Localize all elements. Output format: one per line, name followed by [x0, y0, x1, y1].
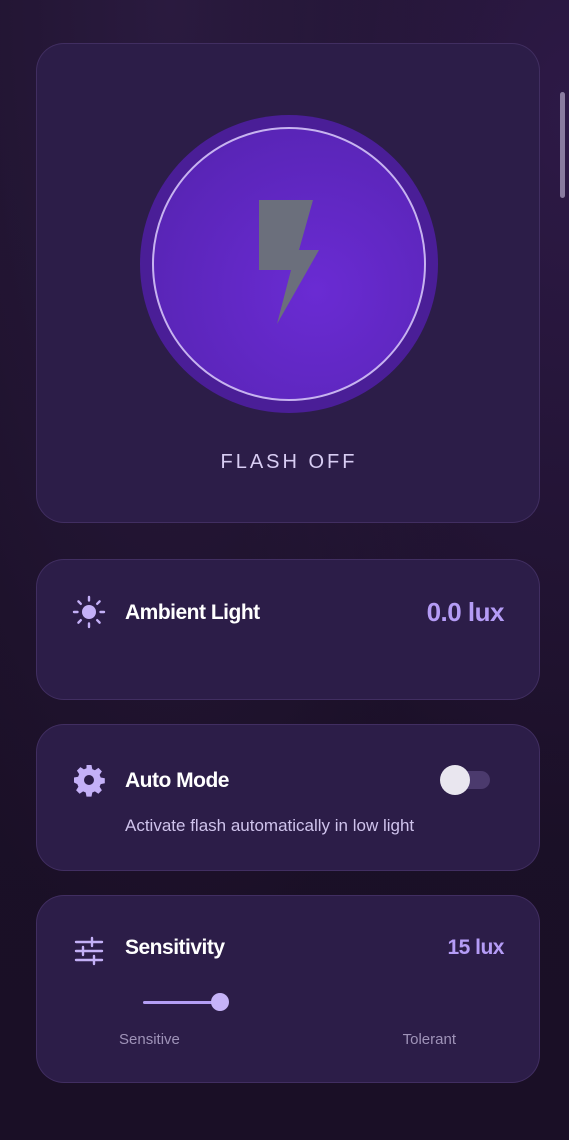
slider-fill [143, 1001, 220, 1004]
sensitivity-min-label: Sensitive [119, 1031, 180, 1048]
sensitivity-card: Sensitivity 15 lux Sensitive Tolerant [36, 895, 540, 1083]
gear-icon [74, 765, 105, 797]
sensitivity-value: 15 lux [447, 936, 504, 959]
lightning-bolt-icon [259, 200, 319, 324]
sensitivity-slider[interactable] [143, 992, 473, 1012]
auto-mode-toggle[interactable] [440, 765, 490, 795]
auto-mode-title: Auto Mode [125, 769, 229, 792]
sliders-icon [74, 936, 104, 966]
sensitivity-title: Sensitivity [125, 936, 225, 959]
auto-mode-description: Activate flash automatically in low ligh… [125, 816, 415, 835]
auto-mode-card: Auto Mode Activate flash automatically i… [36, 724, 540, 871]
scrollbar[interactable] [560, 92, 565, 198]
flash-card: FLASH OFF [36, 43, 540, 523]
sun-icon [72, 595, 106, 629]
slider-thumb[interactable] [211, 993, 229, 1011]
toggle-knob [440, 765, 470, 795]
flash-status-label: FLASH OFF [220, 451, 358, 473]
ambient-light-card: Ambient Light 0.0 lux [36, 559, 540, 700]
ambient-light-title: Ambient Light [125, 601, 260, 624]
ambient-light-value: 0.0 lux [426, 597, 505, 627]
sensitivity-max-label: Tolerant [402, 1031, 456, 1048]
